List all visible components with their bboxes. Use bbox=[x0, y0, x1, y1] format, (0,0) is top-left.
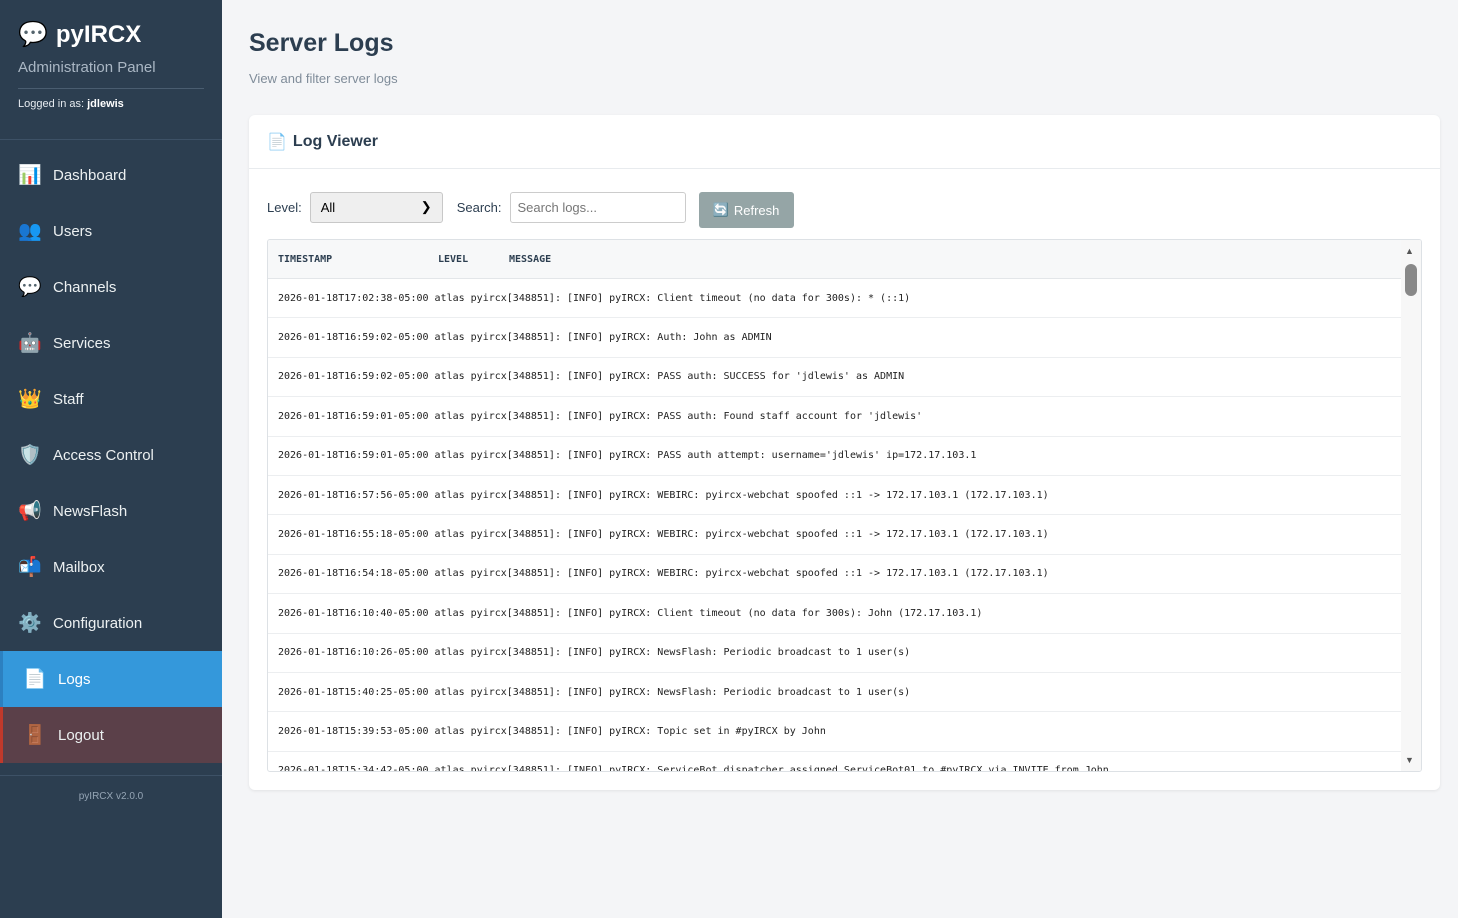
log-row: 2026-01-18T16:59:02-05:00 atlas pyircx[3… bbox=[268, 318, 1401, 357]
app-subtitle: Administration Panel bbox=[18, 59, 204, 89]
sidebar-item-channels[interactable]: 💬 Channels bbox=[0, 259, 222, 315]
chevron-down-icon: ❯ bbox=[421, 199, 432, 215]
header-timestamp: TIMESTAMP bbox=[278, 254, 438, 265]
sidebar-item-users[interactable]: 👥 Users bbox=[0, 203, 222, 259]
users-icon: 👥 bbox=[18, 219, 41, 243]
page-title: Server Logs bbox=[249, 29, 394, 58]
log-row: 2026-01-18T15:39:53-05:00 atlas pyircx[3… bbox=[268, 712, 1401, 751]
sidebar-nav: 📊 Dashboard 👥 Users 💬 Channels 🤖 Services 👑 Staff… bbox=[0, 147, 222, 763]
log-row: 2026-01-18T15:34:42-05:00 atlas pyircx[3… bbox=[268, 752, 1401, 772]
logged-in-info: Logged in as: jdlewis bbox=[18, 98, 204, 110]
document-icon: 📄 bbox=[267, 132, 287, 152]
log-table-header: TIMESTAMP LEVEL MESSAGE bbox=[268, 240, 1421, 279]
filter-controls: Level: All❯ Search: 🔄Refresh bbox=[267, 186, 794, 228]
configuration-icon: ⚙️ bbox=[18, 611, 41, 635]
log-row: 2026-01-18T16:54:18-05:00 atlas pyircx[3… bbox=[268, 555, 1401, 594]
sidebar-item-label: NewsFlash bbox=[53, 503, 127, 520]
sidebar-item-label: Channels bbox=[53, 279, 116, 296]
sidebar-item-label: Logout bbox=[58, 727, 104, 744]
level-select[interactable]: All❯ bbox=[310, 192, 443, 223]
sidebar-item-configuration[interactable]: ⚙️ Configuration bbox=[0, 595, 222, 651]
sidebar-item-access-control[interactable]: 🛡️ Access Control bbox=[0, 427, 222, 483]
page-subtitle: View and filter server logs bbox=[249, 71, 398, 86]
main-content: Server Logs View and filter server logs … bbox=[222, 0, 1458, 918]
version-label: pyIRCX v2.0.0 bbox=[0, 775, 222, 802]
sidebar-item-mailbox[interactable]: 📬 Mailbox bbox=[0, 539, 222, 595]
log-row: 2026-01-18T16:55:18-05:00 atlas pyircx[3… bbox=[268, 515, 1401, 554]
staff-icon: 👑 bbox=[18, 387, 41, 411]
log-row: 2026-01-18T16:59:02-05:00 atlas pyircx[3… bbox=[268, 358, 1401, 397]
sidebar-item-label: Staff bbox=[53, 391, 84, 408]
scroll-up-icon[interactable]: ▲ bbox=[1405, 246, 1414, 256]
sidebar-item-dashboard[interactable]: 📊 Dashboard bbox=[0, 147, 222, 203]
scrollbar-thumb[interactable] bbox=[1405, 264, 1417, 296]
dashboard-icon: 📊 bbox=[18, 163, 41, 187]
refresh-icon: 🔄 bbox=[713, 202, 729, 218]
header-level: LEVEL bbox=[438, 254, 509, 265]
chat-bubble-icon: 💬 bbox=[18, 20, 48, 49]
scroll-down-icon[interactable]: ▼ bbox=[1405, 755, 1414, 765]
sidebar-item-logs[interactable]: 📄 Logs bbox=[0, 651, 222, 707]
log-row: 2026-01-18T15:40:25-05:00 atlas pyircx[3… bbox=[268, 673, 1401, 712]
sidebar: 💬 pyIRCX Administration Panel Logged in a… bbox=[0, 0, 222, 918]
app-name: pyIRCX bbox=[56, 21, 141, 49]
scrollbar[interactable]: ▲ ▼ bbox=[1401, 240, 1421, 771]
channels-icon: 💬 bbox=[18, 275, 41, 299]
sidebar-item-staff[interactable]: 👑 Staff bbox=[0, 371, 222, 427]
log-row: 2026-01-18T17:02:38-05:00 atlas pyircx[3… bbox=[268, 279, 1401, 318]
sidebar-item-label: Logs bbox=[58, 671, 91, 688]
level-label: Level: bbox=[267, 200, 302, 215]
header-message: MESSAGE bbox=[509, 254, 551, 265]
services-icon: 🤖 bbox=[18, 331, 41, 355]
sidebar-item-label: Access Control bbox=[53, 447, 154, 464]
log-row: 2026-01-18T16:59:01-05:00 atlas pyircx[3… bbox=[268, 397, 1401, 436]
access-control-icon: 🛡️ bbox=[18, 443, 41, 467]
log-row: 2026-01-18T16:57:56-05:00 atlas pyircx[3… bbox=[268, 476, 1401, 515]
sidebar-item-newsflash[interactable]: 📢 NewsFlash bbox=[0, 483, 222, 539]
log-row: 2026-01-18T16:59:01-05:00 atlas pyircx[3… bbox=[268, 437, 1401, 476]
sidebar-item-label: Services bbox=[53, 335, 111, 352]
newsflash-icon: 📢 bbox=[18, 499, 41, 523]
logout-icon: 🚪 bbox=[23, 723, 46, 747]
search-label: Search: bbox=[457, 200, 502, 215]
logs-icon: 📄 bbox=[23, 667, 46, 691]
sidebar-item-label: Mailbox bbox=[53, 559, 105, 576]
log-row: 2026-01-18T16:10:26-05:00 atlas pyircx[3… bbox=[268, 634, 1401, 673]
log-table: TIMESTAMP LEVEL MESSAGE 2026-01-18T17:02… bbox=[267, 239, 1422, 772]
sidebar-item-label: Configuration bbox=[53, 615, 142, 632]
card-title: Log Viewer bbox=[293, 133, 378, 151]
log-viewer-card: 📄 Log Viewer Level: All❯ Search: 🔄Refresh… bbox=[249, 115, 1440, 790]
username: jdlewis bbox=[87, 98, 124, 110]
brand: 💬 pyIRCX Administration Panel Logged in a… bbox=[0, 0, 222, 140]
sidebar-item-logout[interactable]: 🚪 Logout bbox=[0, 707, 222, 763]
mailbox-icon: 📬 bbox=[18, 555, 41, 579]
sidebar-item-label: Dashboard bbox=[53, 167, 126, 184]
sidebar-item-services[interactable]: 🤖 Services bbox=[0, 315, 222, 371]
search-input[interactable] bbox=[510, 192, 686, 223]
refresh-button[interactable]: 🔄Refresh bbox=[699, 192, 794, 228]
log-row: 2026-01-18T16:10:40-05:00 atlas pyircx[3… bbox=[268, 594, 1401, 633]
sidebar-item-label: Users bbox=[53, 223, 92, 240]
